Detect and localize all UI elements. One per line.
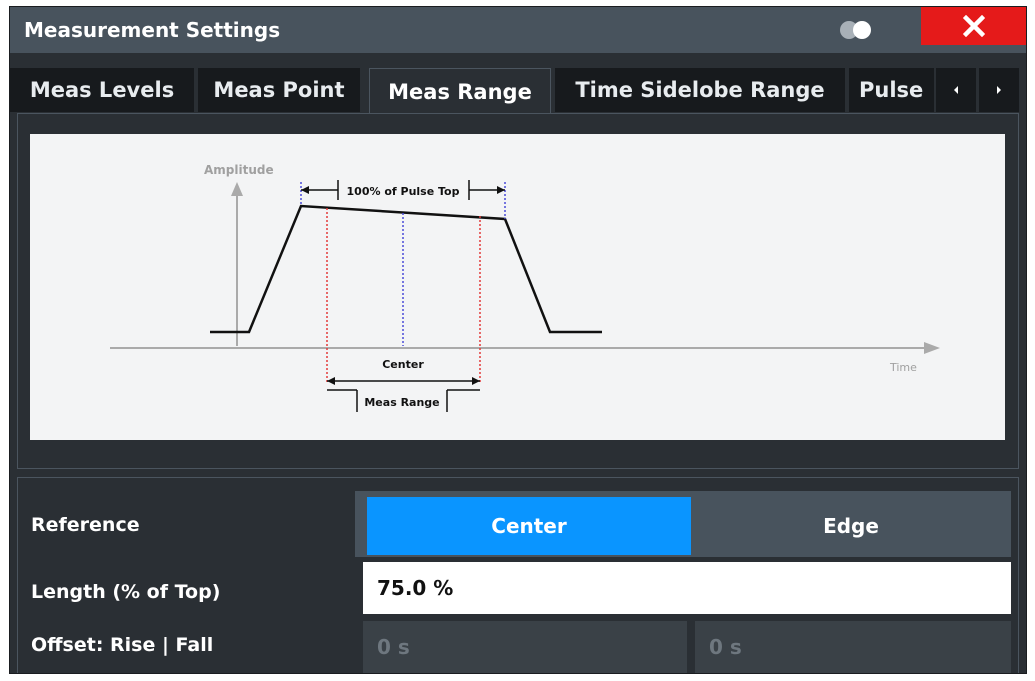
measurement-settings-dialog: Measurement Settings Meas Levels Meas Po… bbox=[9, 6, 1027, 674]
tab-pulse[interactable]: Pulse bbox=[849, 68, 934, 112]
scroll-right-icon bbox=[997, 86, 1001, 94]
tab-meas-range[interactable]: Meas Range bbox=[369, 68, 551, 114]
pulse-top-arrow-right bbox=[497, 186, 505, 194]
pulse-diagram: Amplitude Time 100% of Pulse Top Center bbox=[110, 163, 940, 412]
pulse-waveform bbox=[210, 204, 602, 334]
meas-range-arrow-left bbox=[327, 377, 335, 385]
length-input[interactable] bbox=[363, 562, 1011, 614]
scroll-left-icon bbox=[954, 86, 958, 94]
meas-range-diagram: Amplitude Time 100% of Pulse Top Center bbox=[30, 134, 1005, 440]
toggle-icon[interactable] bbox=[838, 20, 874, 40]
meas-range-settings: Reference Center Edge Length (% of Top) … bbox=[17, 477, 1019, 673]
title-bar[interactable]: Measurement Settings bbox=[10, 7, 1026, 53]
scroll-left-button[interactable] bbox=[936, 68, 976, 112]
offset-rise-input[interactable]: 0 s bbox=[363, 621, 687, 673]
offset-fall-input[interactable]: 0 s bbox=[695, 621, 1011, 673]
amplitude-axis-arrow bbox=[231, 182, 243, 196]
tab-time-sidelobe-range[interactable]: Time Sidelobe Range bbox=[555, 68, 845, 112]
center-label: Center bbox=[382, 358, 424, 371]
length-label: Length (% of Top) bbox=[31, 581, 221, 603]
meas-range-arrow-right bbox=[472, 377, 480, 385]
pulse-top-arrow-left bbox=[301, 186, 309, 194]
reference-edge-button[interactable]: Edge bbox=[691, 497, 1011, 555]
close-button[interactable] bbox=[921, 7, 1026, 45]
pulse-top-label: 100% of Pulse Top bbox=[347, 185, 460, 198]
reference-center-button[interactable]: Center bbox=[367, 497, 691, 555]
diagram-panel: Amplitude Time 100% of Pulse Top Center bbox=[17, 113, 1019, 469]
tab-bar: Meas Levels Meas Point Meas Range Time S… bbox=[10, 68, 1026, 114]
dialog-title: Measurement Settings bbox=[24, 18, 281, 42]
reference-label: Reference bbox=[31, 514, 140, 536]
tab-meas-levels[interactable]: Meas Levels bbox=[10, 68, 194, 112]
time-axis-arrow bbox=[924, 342, 940, 354]
meas-range-label: Meas Range bbox=[364, 396, 439, 409]
scroll-right-button[interactable] bbox=[979, 68, 1019, 112]
tab-meas-point[interactable]: Meas Point bbox=[198, 68, 360, 112]
amplitude-label: Amplitude bbox=[204, 163, 274, 177]
close-icon bbox=[962, 15, 985, 37]
offset-label: Offset: Rise | Fall bbox=[31, 634, 214, 656]
time-label: Time bbox=[889, 361, 917, 374]
